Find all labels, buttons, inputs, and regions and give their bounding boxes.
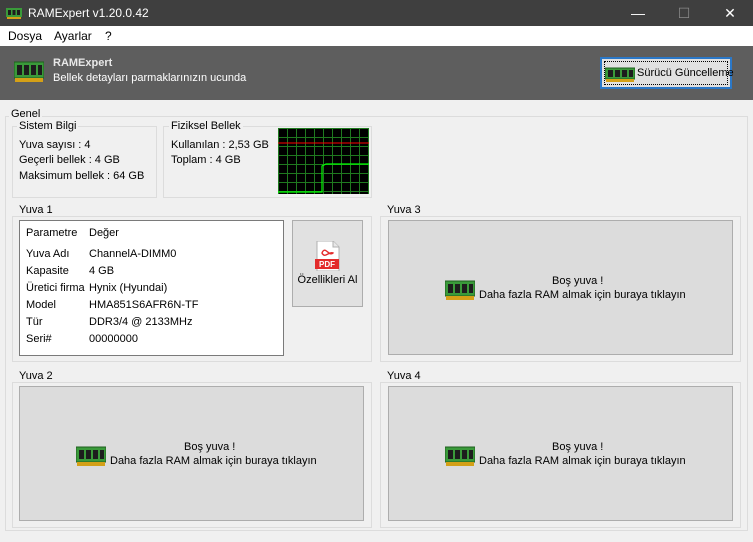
slot1-details-table: Parametre Değer Yuva Adı ChannelA-DIMM0 … <box>19 220 284 356</box>
buy-ram-text: Daha fazla RAM almak için buraya tıklayı… <box>479 289 686 301</box>
row-value: Hynix (Hyundai) <box>89 282 168 294</box>
empty-slot-text: Boş yuva ! <box>552 441 604 453</box>
title-bar: RAMExpert v1.20.0.42 — ☐ ✕ <box>0 0 753 26</box>
value-header: Değer <box>89 227 119 239</box>
menu-file[interactable]: Dosya <box>8 29 42 43</box>
empty-slot-text: Boş yuva ! <box>184 441 236 453</box>
menu-bar: Dosya Ayarlar ? <box>0 26 753 46</box>
row-key: Yuva Adı <box>26 248 70 260</box>
ram-icon <box>445 280 475 300</box>
ram-icon <box>445 446 475 466</box>
get-specs-pdf-button[interactable]: PDF Özellikleri Al <box>292 220 363 307</box>
row-key: Seri# <box>26 333 52 345</box>
menu-settings[interactable]: Ayarlar <box>54 29 92 43</box>
table-row: Model HMA851S6AFR6N-TF <box>20 297 283 314</box>
menu-help[interactable]: ? <box>105 29 112 43</box>
slot1-title: Yuva 1 <box>17 204 55 216</box>
table-row: Tür DDR3/4 @ 2133MHz <box>20 314 283 331</box>
row-key: Kapasite <box>26 265 69 277</box>
table-row: Kapasite 4 GB <box>20 263 283 280</box>
window-title: RAMExpert v1.20.0.42 <box>28 6 149 20</box>
driver-update-label: Sürücü Güncelleme <box>637 67 734 79</box>
close-button[interactable]: ✕ <box>707 0 753 26</box>
table-row: Seri# 00000000 <box>20 331 283 348</box>
row-key: Model <box>26 299 56 311</box>
param-header: Parametre <box>26 227 78 239</box>
row-key: Üretici firma <box>26 282 85 294</box>
memory-usage-graph <box>278 128 369 194</box>
table-row: Üretici firma Hynix (Hyundai) <box>20 280 283 297</box>
buy-ram-text: Daha fazla RAM almak için buraya tıklayı… <box>479 455 686 467</box>
maximize-button[interactable]: ☐ <box>661 0 707 26</box>
slot3-title: Yuva 3 <box>385 204 423 216</box>
slot4-title: Yuva 4 <box>385 370 423 382</box>
row-value: ChannelA-DIMM0 <box>89 248 177 260</box>
table-header: Parametre Değer <box>20 225 283 242</box>
ram-icon <box>76 446 106 466</box>
row-value: 4 GB <box>89 265 115 277</box>
system-info-title: Sistem Bilgi <box>17 120 79 132</box>
pdf-label: PDF <box>319 260 335 269</box>
total-memory: Toplam : 4 GB <box>171 154 241 166</box>
buy-ram-text: Daha fazla RAM almak için buraya tıklayı… <box>110 455 317 467</box>
header-title: RAMExpert <box>53 57 113 69</box>
header-subtitle: Bellek detayları parmaklarınızın ucunda <box>53 72 247 84</box>
physical-memory-title: Fiziksel Bellek <box>169 120 243 132</box>
memory-usage-graph-svg <box>278 128 369 194</box>
pdf-icon: PDF <box>315 241 340 271</box>
ram-icon <box>605 67 635 82</box>
ram-icon <box>14 61 44 82</box>
row-key: Tür <box>26 316 43 328</box>
used-memory: Kullanılan : 2,53 GB <box>171 139 269 151</box>
driver-update-button[interactable]: Sürücü Güncelleme <box>600 57 734 89</box>
row-value: 00000000 <box>89 333 138 345</box>
get-specs-label: Özellikleri Al <box>297 274 358 286</box>
table-row: Yuva Adı ChannelA-DIMM0 <box>20 246 283 263</box>
empty-slot-text: Boş yuva ! <box>552 275 604 287</box>
slot2-title: Yuva 2 <box>17 370 55 382</box>
max-memory: Maksimum bellek : 64 GB <box>19 170 145 182</box>
row-value: DDR3/4 @ 2133MHz <box>89 316 193 328</box>
header-banner: RAMExpert Bellek detayları parmaklarınız… <box>0 46 753 100</box>
slot2-empty-area[interactable]: Boş yuva ! Daha fazla RAM almak için bur… <box>19 386 364 521</box>
slot-count: Yuva sayısı : 4 <box>19 139 91 151</box>
valid-memory: Geçerli bellek : 4 GB <box>19 154 120 166</box>
row-value: HMA851S6AFR6N-TF <box>89 299 199 311</box>
general-title: Genel <box>9 108 43 120</box>
slot3-empty-area[interactable]: Boş yuva ! Daha fazla RAM almak için bur… <box>388 220 733 355</box>
slot4-empty-area[interactable]: Boş yuva ! Daha fazla RAM almak için bur… <box>388 386 733 521</box>
ram-app-icon <box>6 8 22 19</box>
minimize-button[interactable]: — <box>615 0 661 26</box>
